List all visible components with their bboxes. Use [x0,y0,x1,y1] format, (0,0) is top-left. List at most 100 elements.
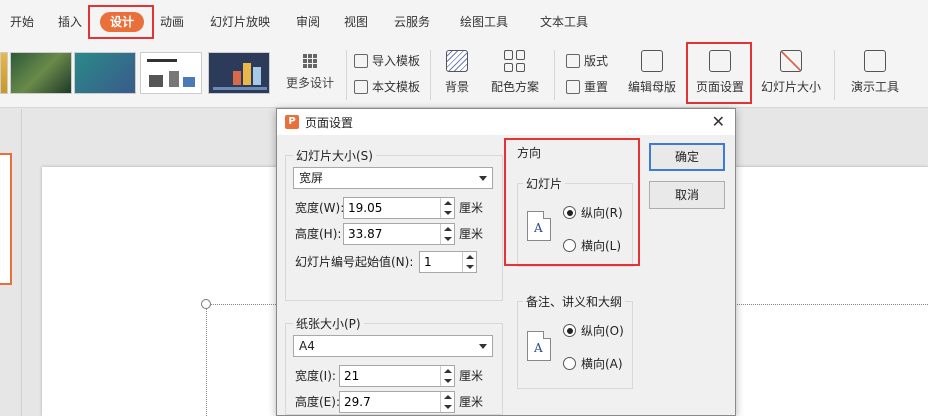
portrait-page-icon: A [527,331,551,361]
cancel-button[interactable]: 取消 [649,181,725,209]
slide-size-button[interactable]: 幻灯片大小 [754,48,828,95]
spin-up-icon[interactable] [441,392,454,402]
template-thumb-4-art [213,63,267,90]
notes-landscape-label: 横向(A) [581,357,623,371]
notes-portrait-option[interactable]: 纵向(O) [563,322,624,339]
chevron-down-icon [479,176,487,181]
color-scheme-button[interactable]: 配色方案 [484,48,546,95]
slide-size-value: 宽屏 [299,171,324,185]
spin-up-icon[interactable] [441,198,454,208]
menu-cloud[interactable]: 云服务 [394,12,430,32]
template-thumb-partial[interactable] [0,52,8,94]
spin-down-icon[interactable] [441,402,454,412]
edit-master-button[interactable]: 编辑母版 [624,48,680,95]
paper-height-unit: 厘米 [459,395,484,409]
presenter-tools-label: 演示工具 [850,80,899,94]
slide-size-select[interactable]: 宽屏 [293,167,493,189]
paper-size-group-label: 纸张大小(P) [293,315,364,332]
menu-review[interactable]: 审阅 [296,12,320,32]
radio-icon[interactable] [563,357,576,370]
spin-up-icon[interactable] [441,366,454,376]
paper-width-label: 宽度(I): [295,369,336,383]
spin-down-icon[interactable] [463,262,476,272]
paper-size-select[interactable]: A4 [293,335,493,357]
ribbon: 更多设计 导入模板 本文模板 背景 配色方案 版式 重置 编辑母版 页面设置 幻… [0,44,928,108]
number-start-spin-buttons[interactable] [462,252,476,272]
template-thumb-2[interactable] [74,52,136,94]
notes-landscape-option[interactable]: 横向(A) [563,355,623,372]
spin-up-icon[interactable] [463,252,476,262]
menu-animation[interactable]: 动画 [160,12,184,32]
paper-width-input[interactable] [340,366,438,386]
template-thumb-1[interactable] [10,52,72,94]
import-icon [354,54,368,68]
slide-thumbnail[interactable] [0,153,12,285]
ok-button[interactable]: 确定 [649,143,725,171]
template-thumb-3-art [147,59,195,87]
color-scheme-label: 配色方案 [490,80,539,94]
spin-down-icon[interactable] [441,376,454,386]
this-template-button[interactable]: 本文模板 [354,78,420,96]
template-thumb-4[interactable] [208,52,270,94]
paper-width-spinner[interactable] [339,365,455,387]
layout-icon [566,54,580,68]
layout-button[interactable]: 版式 [566,52,608,70]
notes-orientation-label: 备注、讲义和大纲 [523,293,626,310]
ribbon-separator [430,50,431,100]
slide-size-label: 幻灯片大小 [760,80,821,94]
background-icon [446,50,468,72]
reset-label: 重置 [584,80,609,94]
height-input[interactable] [344,224,438,244]
spin-up-icon[interactable] [441,224,454,234]
number-start-input[interactable] [420,252,460,272]
menu-drawing-tools[interactable]: 绘图工具 [460,12,508,32]
width-input[interactable] [344,198,438,218]
ribbon-separator [554,50,555,100]
slide-size-group-label: 幻灯片大小(S) [293,147,376,164]
spin-down-icon[interactable] [441,234,454,244]
menu-home[interactable]: 开始 [10,12,34,32]
height-spin-buttons[interactable] [440,224,454,244]
chevron-down-icon [479,344,487,349]
edit-master-icon [641,50,663,72]
resize-handle[interactable] [201,299,211,309]
dialog-title: 页面设置 [305,116,354,130]
paper-height-label: 高度(E): [295,395,340,409]
menu-view[interactable]: 视图 [344,12,368,32]
width-label: 宽度(W): [295,201,345,215]
more-design-button[interactable]: 更多设计 [280,48,340,91]
close-icon[interactable]: ✕ [712,112,725,131]
color-scheme-icon [504,50,526,72]
paper-height-spin-buttons[interactable] [440,392,454,412]
paper-height-spinner[interactable] [339,391,455,413]
more-design-label: 更多设计 [285,76,334,90]
paper-width-unit: 厘米 [459,369,484,383]
background-button[interactable]: 背景 [436,48,478,95]
spin-down-icon[interactable] [441,208,454,218]
paper-width-spin-buttons[interactable] [440,366,454,386]
height-spinner[interactable] [343,223,455,245]
paper-height-input[interactable] [340,392,438,412]
menu-text-tools[interactable]: 文本工具 [540,12,588,32]
width-spin-buttons[interactable] [440,198,454,218]
grid-icon [303,54,317,68]
reset-icon [566,80,580,94]
presenter-tools-button[interactable]: 演示工具 [842,48,908,95]
reset-button[interactable]: 重置 [566,78,608,96]
layout-label: 版式 [584,54,609,68]
template-thumb-3[interactable] [140,52,202,94]
import-template-button[interactable]: 导入模板 [354,52,420,70]
ribbon-separator [346,50,347,100]
menu-slideshow[interactable]: 幻灯片放映 [210,12,270,32]
menu-insert[interactable]: 插入 [58,12,82,32]
import-template-label: 导入模板 [372,54,421,68]
template-icon [354,80,368,94]
notes-portrait-label: 纵向(O) [581,324,624,338]
slide-panel [0,109,22,416]
width-spinner[interactable] [343,197,455,219]
app-logo-icon: P [285,115,299,129]
radio-checked-icon[interactable] [563,324,576,337]
background-label: 背景 [444,80,469,94]
number-start-spinner[interactable] [419,251,477,273]
number-start-label: 幻灯片编号起始值(N): [295,255,414,269]
